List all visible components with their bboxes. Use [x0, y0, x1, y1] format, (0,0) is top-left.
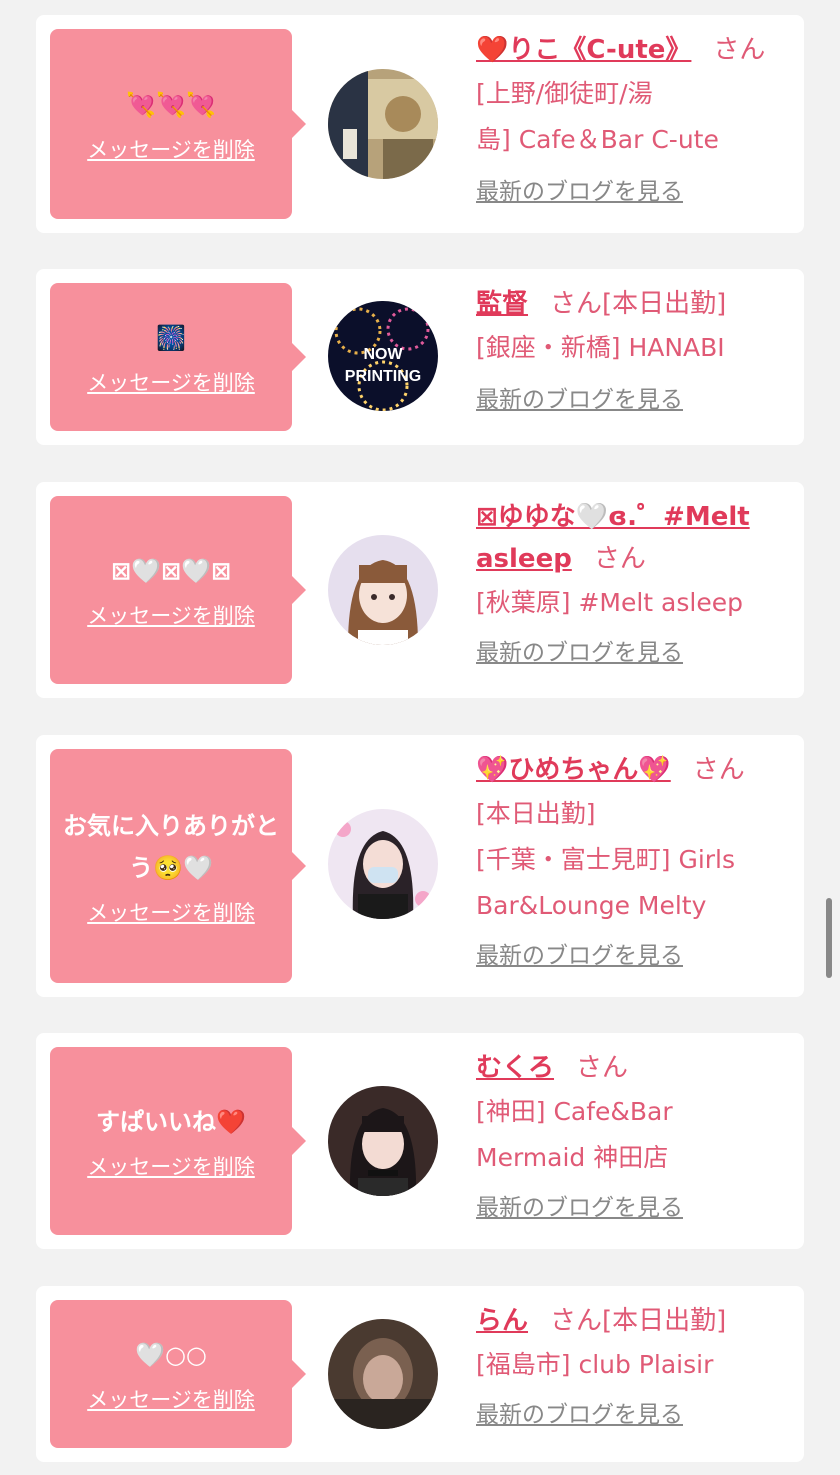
message-bubble: 💘💘💘 メッセージを削除 [50, 29, 306, 219]
scrollbar[interactable] [826, 898, 832, 978]
latest-blog-link[interactable]: 最新のブログを見る [476, 1400, 683, 1430]
message-bubble: ⊠🤍⊠🤍⊠ メッセージを削除 [50, 496, 306, 684]
honorific: さん[本日出勤] [550, 1306, 727, 1336]
delete-message-link[interactable]: メッセージを削除 [87, 1153, 255, 1181]
latest-blog-link[interactable]: 最新のブログを見る [476, 638, 683, 668]
favorite-card: ⊠🤍⊠🤍⊠ メッセージを削除 ⊠ゆゆな🤍ɞ.゜#Melt asleep さん [秋… [36, 482, 804, 698]
avatar[interactable] [328, 1086, 438, 1196]
cast-info: ❤️りこ《C-ute》 さん [上野/御徒町/湯 島] Cafe＆Bar C-ut… [476, 29, 796, 207]
favorite-card: すぱいいね❤️ メッセージを削除 むくろ さん [神田] Cafe&Bar Mer… [36, 1033, 804, 1249]
favorite-card: お気に入りありがとう🥺🤍 メッセージを削除 💖ひめちゃん💖 さん [本日出勤] [… [36, 735, 804, 997]
message-bubble: 🎆 メッセージを削除 [50, 283, 306, 431]
cast-name-link[interactable]: ❤️りこ《C-ute》 [476, 35, 691, 65]
shop-line: [神田] Cafe&Bar [476, 1097, 673, 1126]
cast-info: ⊠ゆゆな🤍ɞ.゜#Melt asleep さん [秋葉原] #Melt aslee… [476, 496, 796, 668]
message-text: ⊠🤍⊠🤍⊠ [110, 557, 232, 585]
avatar[interactable] [328, 535, 438, 645]
shop-line: 島] Cafe＆Bar C-ute [476, 125, 719, 154]
favorite-card: 🎆 メッセージを削除 NOW PRINTING 監督 さん[本日出勤] [銀座・新… [36, 269, 804, 445]
shop-line: [福島市] club Plaisir [476, 1350, 714, 1379]
cast-name-link[interactable]: 💖ひめちゃん💖 [476, 755, 671, 785]
shop-line: Bar&Lounge Melty [476, 891, 707, 920]
cast-info: むくろ さん [神田] Cafe&Bar Mermaid 神田店 最新のブログを見… [476, 1047, 796, 1223]
honorific: さん [593, 544, 646, 574]
cast-name-link[interactable]: 監督 [476, 289, 528, 319]
cast-name-link[interactable]: むくろ [476, 1053, 554, 1083]
cast-info: 💖ひめちゃん💖 さん [本日出勤] [千葉・富士見町] Girls Bar&Lou… [476, 749, 796, 971]
delete-message-link[interactable]: メッセージを削除 [87, 602, 255, 630]
shop-line: [秋葉原] #Melt asleep [476, 588, 743, 617]
message-bubble: お気に入りありがとう🥺🤍 メッセージを削除 [50, 749, 306, 983]
favorite-card: 🤍○○ メッセージを削除 らん さん[本日出勤] [福島市] club Plais… [36, 1286, 804, 1462]
message-text: 🎆 [156, 324, 186, 352]
delete-message-link[interactable]: メッセージを削除 [87, 369, 255, 397]
latest-blog-link[interactable]: 最新のブログを見る [476, 177, 683, 207]
shop-line: [上野/御徒町/湯 [476, 79, 653, 108]
avatar-label: NOW [363, 346, 403, 363]
latest-blog-link[interactable]: 最新のブログを見る [476, 1193, 683, 1223]
latest-blog-link[interactable]: 最新のブログを見る [476, 385, 683, 415]
message-bubble: 🤍○○ メッセージを削除 [50, 1300, 306, 1448]
shop-line: [千葉・富士見町] Girls [476, 845, 736, 874]
honorific: さん [713, 35, 766, 65]
cast-info: らん さん[本日出勤] [福島市] club Plaisir 最新のブログを見る [476, 1300, 796, 1430]
cast-name-link[interactable]: らん [476, 1306, 528, 1336]
avatar[interactable] [328, 1319, 438, 1429]
delete-message-link[interactable]: メッセージを削除 [87, 136, 255, 164]
message-text: すぱいいね❤️ [96, 1108, 246, 1136]
delete-message-link[interactable]: メッセージを削除 [87, 899, 255, 927]
delete-message-link[interactable]: メッセージを削除 [87, 1386, 255, 1414]
honorific: さん [576, 1053, 629, 1083]
message-text: お気に入りありがとう🥺🤍 [63, 812, 279, 882]
cast-info: 監督 さん[本日出勤] [銀座・新橋] HANABI 最新のブログを見る [476, 283, 796, 415]
message-text: 💘💘💘 [126, 91, 216, 119]
honorific: さん [692, 755, 745, 785]
shop-line: [銀座・新橋] HANABI [476, 333, 725, 362]
favorite-card: 💘💘💘 メッセージを削除 ❤️りこ《C-ute》 さん [上野/御徒町/湯 島] … [36, 15, 804, 233]
avatar[interactable] [328, 69, 438, 179]
avatar-label: PRINTING [345, 368, 421, 385]
avatar[interactable]: NOW PRINTING [328, 301, 438, 411]
message-bubble: すぱいいね❤️ メッセージを削除 [50, 1047, 306, 1235]
latest-blog-link[interactable]: 最新のブログを見る [476, 941, 683, 971]
message-text: 🤍○○ [135, 1341, 207, 1369]
honorific: さん[本日出勤] [550, 289, 727, 319]
shop-line: [本日出勤] [476, 799, 596, 828]
avatar[interactable] [328, 809, 438, 919]
shop-line: Mermaid 神田店 [476, 1143, 669, 1172]
